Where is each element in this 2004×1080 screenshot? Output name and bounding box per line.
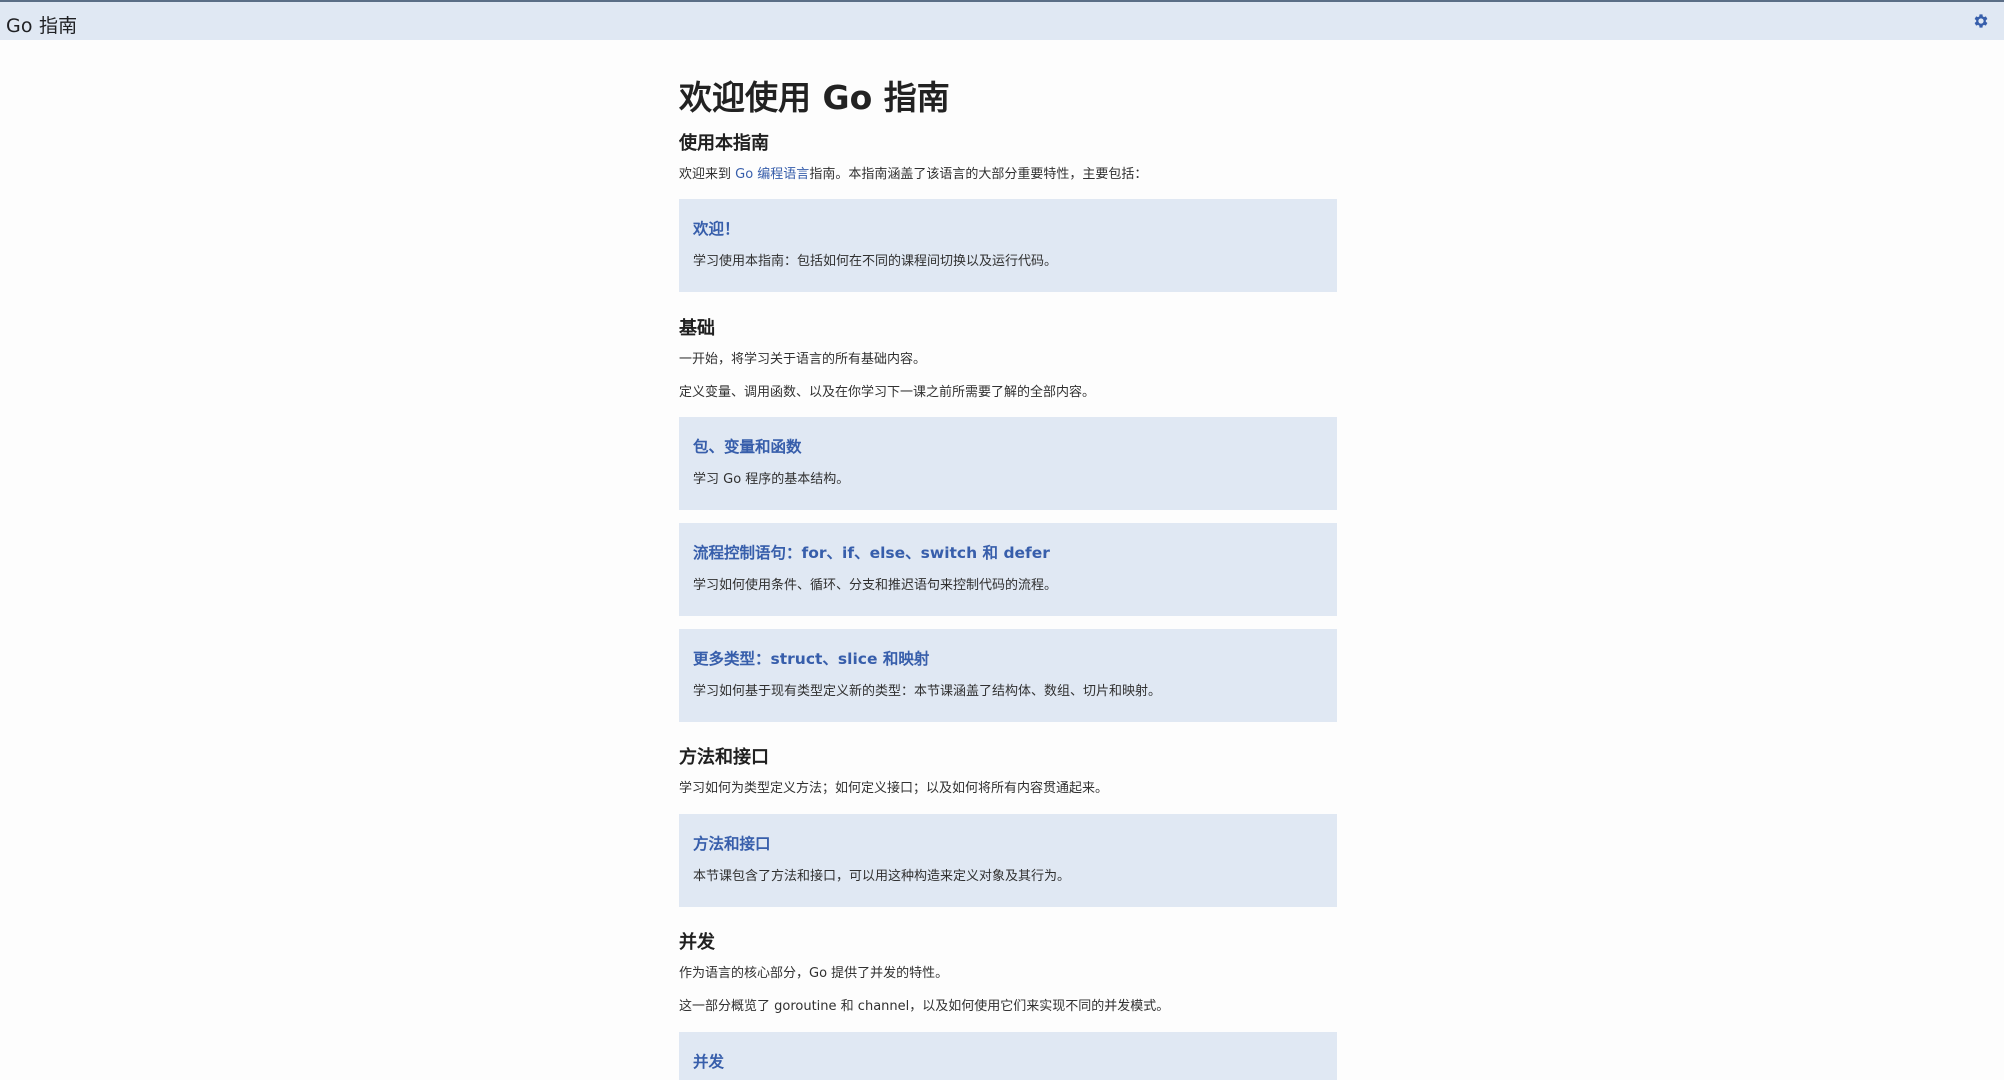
lesson-card-title: 包、变量和函数 <box>693 438 802 456</box>
lesson-card-moretypes[interactable]: 更多类型：struct、slice 和映射 学习如何基于现有类型定义新的类型：本… <box>679 629 1337 722</box>
lesson-card-title: 方法和接口 <box>693 835 771 853</box>
intro-text-after: 指南。本指南涵盖了该语言的大部分重要特性，主要包括： <box>809 167 1148 182</box>
go-language-link[interactable]: Go 编程语言 <box>735 167 809 182</box>
lesson-card-desc: 学习如何基于现有类型定义新的类型：本节课涵盖了结构体、数组、切片和映射。 <box>693 684 1162 699</box>
section-title-basics: 基础 <box>679 318 715 339</box>
lesson-card-methods[interactable]: 方法和接口 本节课包含了方法和接口，可以用这种构造来定义对象及其行为。 <box>679 814 1337 907</box>
lesson-card-desc: 学习使用本指南：包括如何在不同的课程间切换以及运行代码。 <box>693 254 1058 269</box>
page-title: 欢迎使用 Go 指南 <box>679 78 950 117</box>
lesson-card-welcome[interactable]: 欢迎！ 学习使用本指南：包括如何在不同的课程间切换以及运行代码。 <box>679 199 1337 292</box>
section-intro: 欢迎来到 Go 编程语言指南。本指南涵盖了该语言的大部分重要特性，主要包括： <box>679 166 1147 184</box>
section-paragraph: 一开始，将学习关于语言的所有基础内容。 <box>679 352 927 367</box>
intro-text-before: 欢迎来到 <box>679 167 736 182</box>
lesson-card-title: 欢迎！ <box>693 220 740 238</box>
section-title-methods: 方法和接口 <box>679 747 769 768</box>
tour-title-link[interactable]: Go 指南 <box>6 11 77 38</box>
section-title-using: 使用本指南 <box>679 133 769 154</box>
lesson-card-desc: 学习 Go 程序的基本结构。 <box>693 472 850 487</box>
lesson-card-concurrency[interactable]: 并发 <box>679 1032 1337 1080</box>
gear-icon[interactable] <box>1972 12 1990 30</box>
section-paragraph: 学习如何为类型定义方法；如何定义接口；以及如何将所有内容贯通起来。 <box>679 781 1109 796</box>
section-paragraph: 作为语言的核心部分，Go 提供了并发的特性。 <box>679 966 949 981</box>
section-title-concurrency: 并发 <box>679 932 715 953</box>
section-paragraph: 定义变量、调用函数、以及在你学习下一课之前所需要了解的全部内容。 <box>679 385 1096 400</box>
lesson-card-basics[interactable]: 包、变量和函数 学习 Go 程序的基本结构。 <box>679 417 1337 510</box>
top-bar: Go 指南 <box>0 0 2004 40</box>
lesson-card-title: 并发 <box>693 1053 725 1071</box>
lesson-card-desc: 本节课包含了方法和接口，可以用这种构造来定义对象及其行为。 <box>693 869 1071 884</box>
lesson-card-desc: 学习如何使用条件、循环、分支和推迟语句来控制代码的流程。 <box>693 578 1058 593</box>
section-paragraph: 这一部分概览了 goroutine 和 channel，以及如何使用它们来实现不… <box>679 999 1170 1014</box>
lesson-card-title: 流程控制语句：for、if、else、switch 和 defer <box>693 544 1050 562</box>
lesson-card-title: 更多类型：struct、slice 和映射 <box>693 650 930 668</box>
lesson-card-flowcontrol[interactable]: 流程控制语句：for、if、else、switch 和 defer 学习如何使用… <box>679 523 1337 616</box>
